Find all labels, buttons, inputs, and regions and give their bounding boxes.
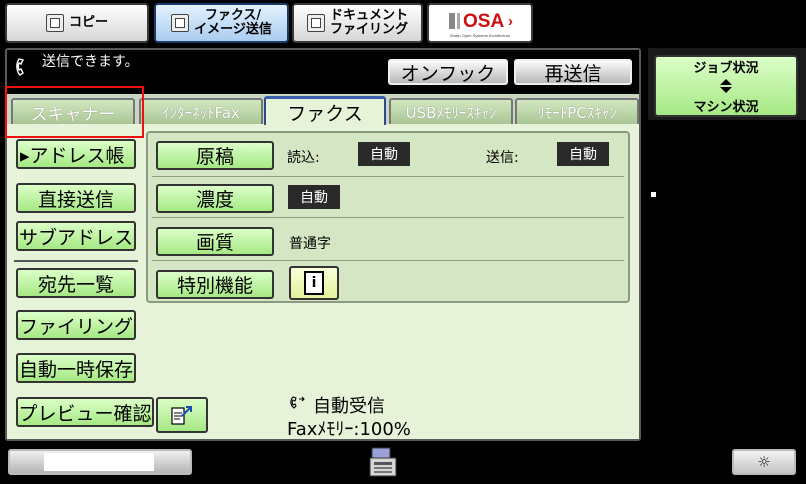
- fax-icon: [171, 14, 190, 32]
- machine-status-label: マシン状況: [693, 100, 759, 115]
- preview-confirm-button[interactable]: プレビュー確認: [16, 397, 154, 427]
- settings-divider: [152, 217, 624, 218]
- resend-button[interactable]: 再送信: [514, 59, 632, 85]
- tab-usb-memory-scan[interactable]: USBﾒﾓﾘｰｽｷｬﾝ: [389, 98, 513, 125]
- phone-icon: [16, 57, 28, 77]
- bottom-left-display: [44, 453, 154, 471]
- scanner-tab-highlight: [5, 86, 144, 138]
- read-label: 読込:: [287, 150, 320, 166]
- sun-icon: ☼: [757, 453, 771, 471]
- svg-text:OSA: OSA: [463, 11, 504, 32]
- job-status-button[interactable]: ジョブ状況 マシン状況: [654, 55, 798, 117]
- settings-divider: [152, 176, 624, 177]
- copy-mode-button[interactable]: コピー: [5, 3, 149, 43]
- tab-internet-fax[interactable]: ｲﾝﾀｰﾈｯﾄFax: [139, 98, 263, 125]
- document-filing-mode-button[interactable]: ドキュメント ファイリング: [292, 3, 423, 43]
- osa-button[interactable]: OSA › Sharp Open Systems Architecture: [427, 3, 533, 43]
- on-hook-button[interactable]: オンフック: [388, 59, 508, 85]
- document-send-icon: [171, 406, 192, 425]
- image-quality-value: 普通字: [289, 236, 331, 252]
- image-quality-button[interactable]: 画質: [156, 227, 274, 256]
- info-button[interactable]: i: [289, 266, 339, 300]
- indicator-dot: [651, 192, 656, 197]
- fax-memory-text: Faxﾒﾓﾘｰ:100%: [287, 419, 411, 440]
- osa-logo-icon: OSA › Sharp Open Systems Architecture: [449, 11, 513, 38]
- fax-image-send-mode-button[interactable]: ファクス/ イメージ送信: [154, 3, 289, 43]
- filing-button[interactable]: ファイリング: [16, 310, 136, 340]
- tab-fax[interactable]: ファクス: [264, 96, 386, 125]
- destination-list-button[interactable]: 宛先一覧: [16, 268, 136, 298]
- fax-mode-label: ファクス/ イメージ送信: [194, 8, 272, 37]
- sub-address-button[interactable]: サブアドレス: [16, 221, 136, 251]
- side-divider: [14, 260, 138, 262]
- send-label: 送信:: [486, 150, 519, 166]
- density-button[interactable]: 濃度: [156, 184, 274, 213]
- auto-temp-save-button[interactable]: 自動一時保存: [16, 353, 136, 383]
- info-icon: i: [304, 271, 324, 295]
- tab-remote-pc-scan[interactable]: ﾘﾓｰﾄPCｽｷｬﾝ: [515, 98, 639, 125]
- address-book-button[interactable]: ▸アドレス帳: [16, 139, 136, 169]
- svg-text:Sharp Open Systems Architectur: Sharp Open Systems Architecture: [450, 33, 511, 38]
- printer-icon[interactable]: [366, 444, 402, 480]
- special-functions-button[interactable]: 特別機能: [156, 270, 274, 299]
- brightness-button[interactable]: ☼: [732, 449, 796, 475]
- svg-text:›: ›: [508, 13, 513, 30]
- copy-icon: [45, 14, 64, 32]
- settings-divider: [152, 260, 624, 261]
- document-filing-label: ドキュメント ファイリング: [329, 8, 408, 37]
- document-filing-icon: [306, 14, 325, 32]
- job-status-label: ジョブ状況: [693, 61, 759, 76]
- read-value: 自動: [358, 142, 410, 166]
- copy-mode-label: コピー: [68, 15, 108, 30]
- auto-receive-icon: [290, 395, 306, 411]
- direct-send-button[interactable]: 直接送信: [16, 183, 136, 213]
- send-value: 自動: [557, 142, 609, 166]
- status-message: 送信できます。: [42, 54, 139, 70]
- toggle-arrows-icon: [720, 79, 732, 93]
- send-preview-button[interactable]: [156, 397, 208, 433]
- original-button[interactable]: 原稿: [156, 141, 274, 170]
- density-value: 自動: [288, 185, 340, 209]
